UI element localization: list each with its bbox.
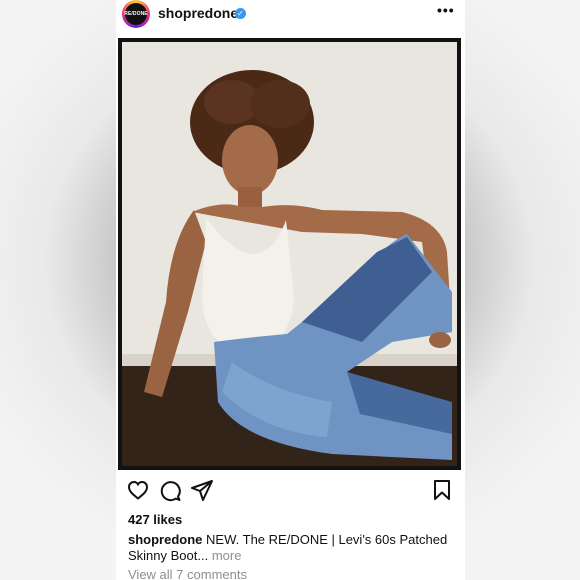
post-actions-bar xyxy=(116,478,465,506)
likes-count[interactable]: 427 likes xyxy=(128,512,182,527)
more-options-icon[interactable]: ••• xyxy=(437,2,455,18)
post-image-frame xyxy=(118,38,461,470)
comment-icon[interactable] xyxy=(158,478,182,502)
post-caption: shopredone NEW. The RE/DONE | Levi's 60s… xyxy=(128,532,458,564)
post-image[interactable] xyxy=(122,42,457,466)
share-icon[interactable] xyxy=(190,478,214,502)
view-comments-link[interactable]: View all 7 comments xyxy=(128,567,247,580)
instagram-post-card: RE/DONE shopredone ✓ ••• 427 likes shopr… xyxy=(116,0,465,580)
caption-more-link[interactable]: more xyxy=(212,548,242,563)
post-header: RE/DONE shopredone ✓ ••• xyxy=(116,0,465,30)
username-link[interactable]: shopredone xyxy=(158,5,238,21)
avatar-logo: RE/DONE xyxy=(124,3,148,25)
caption-username[interactable]: shopredone xyxy=(128,532,202,547)
model-photo-illustration xyxy=(122,42,457,466)
verified-badge-icon: ✓ xyxy=(235,8,246,19)
avatar[interactable]: RE/DONE xyxy=(122,0,150,28)
heart-icon[interactable] xyxy=(126,478,150,502)
bookmark-icon[interactable] xyxy=(430,478,454,502)
